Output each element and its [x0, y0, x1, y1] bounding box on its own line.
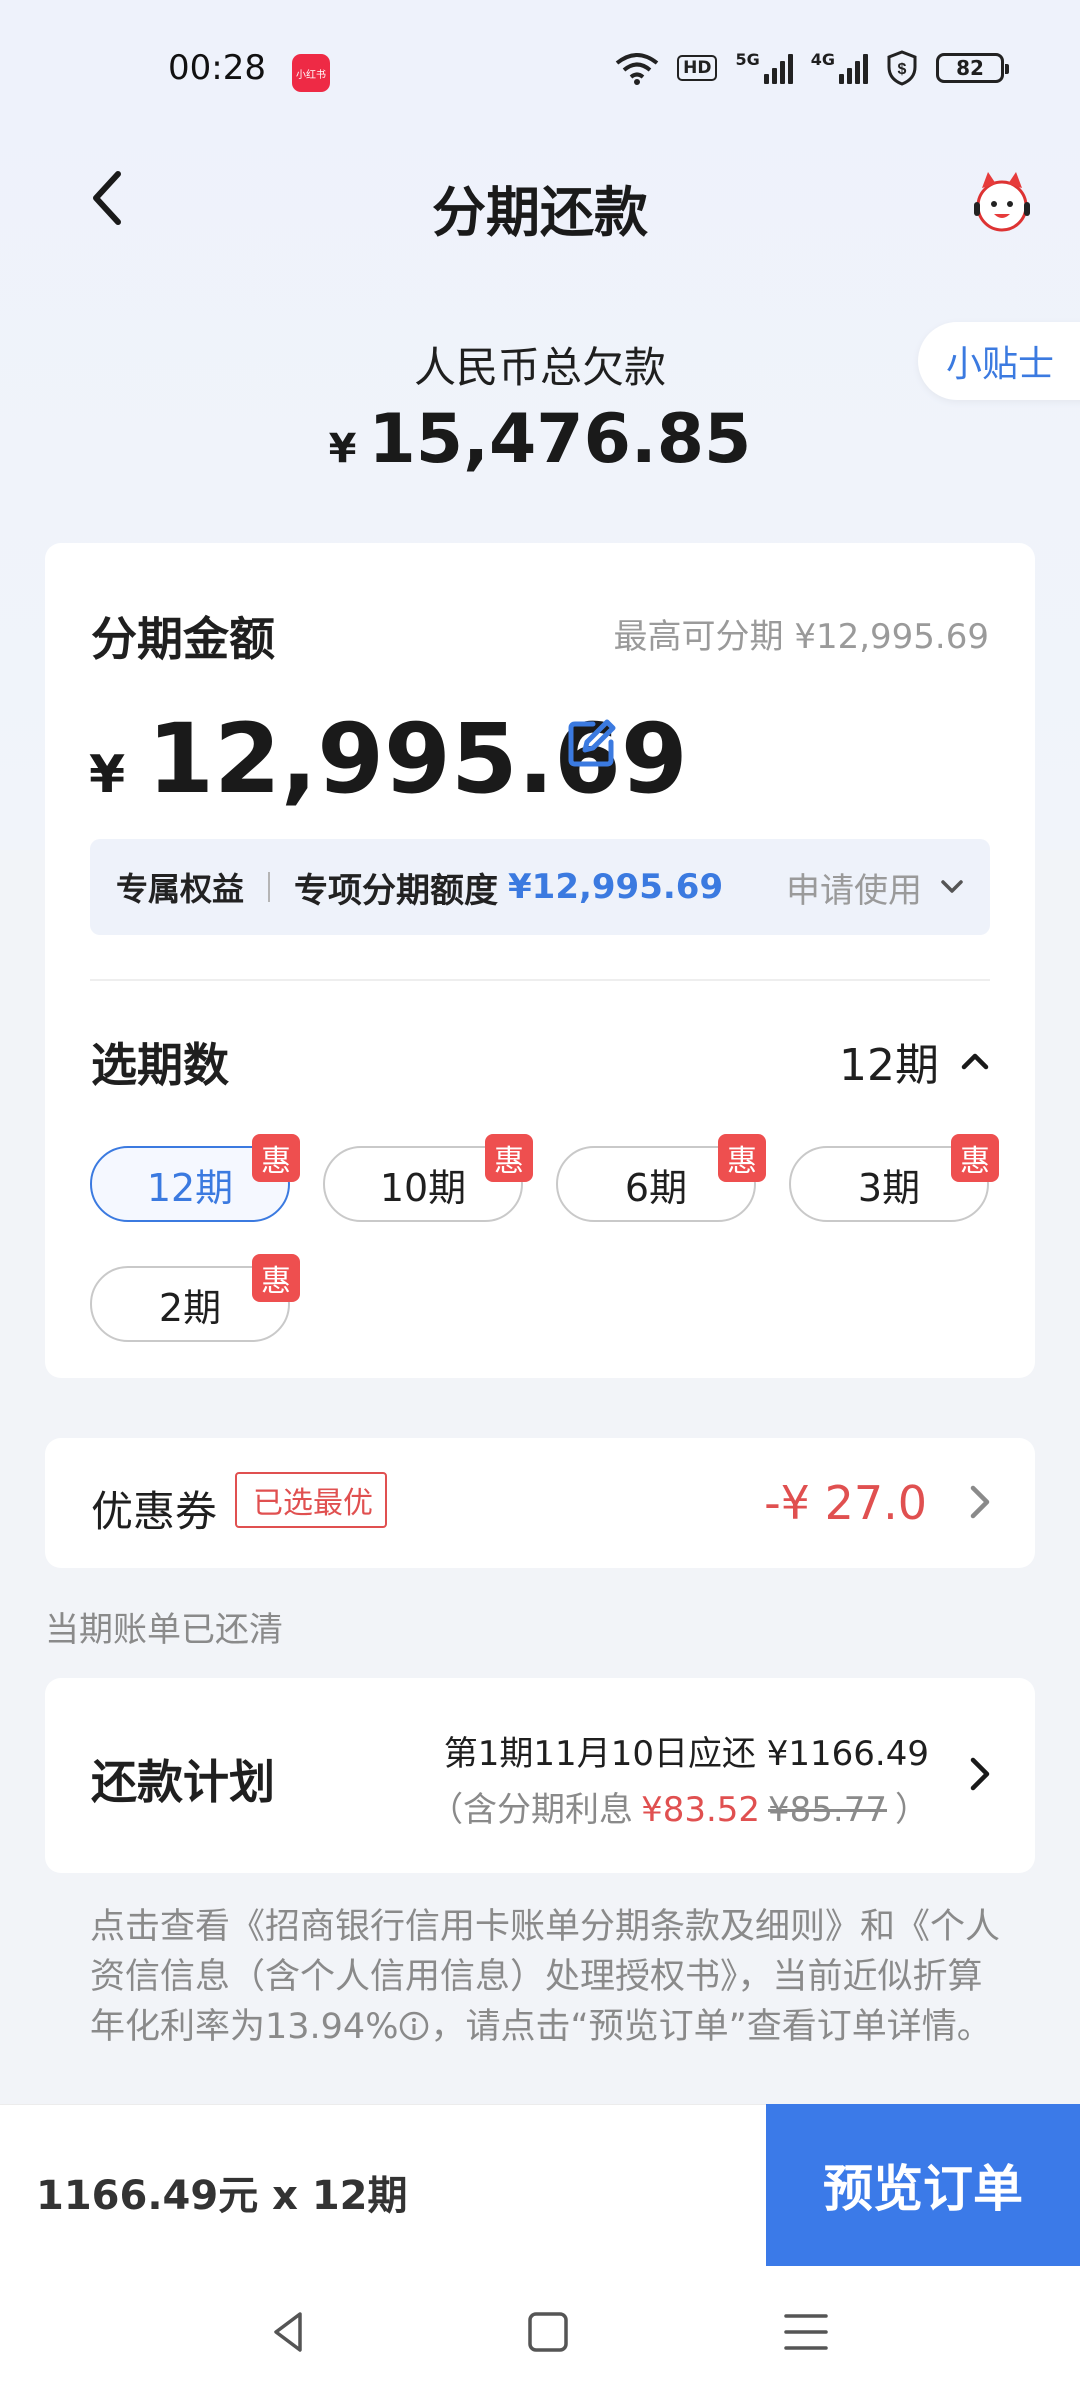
period-option-3[interactable]: 3期 惠	[789, 1134, 999, 1222]
period-option-10[interactable]: 10期 惠	[323, 1134, 533, 1222]
discount-badge: 惠	[252, 1134, 300, 1182]
total-debt-label: 人民币总欠款	[413, 343, 666, 392]
currency-symbol: ¥	[328, 426, 357, 472]
coupon-value: -¥ 27.0	[764, 1476, 927, 1530]
wifi-icon	[615, 53, 659, 85]
terms-text[interactable]: 点击查看《招商银行信用卡账单分期条款及细则》和《个人资信信息（含个人信用信息）处…	[90, 1902, 1000, 2052]
period-option-label: 3期	[857, 1165, 921, 1210]
coupon-label: 优惠券	[91, 1487, 218, 1536]
back-arrow-icon[interactable]	[80, 166, 140, 230]
benefit-value: ¥12,995.69	[508, 867, 724, 907]
installment-amount-card: 分期金额 最高可分期 ¥12,995.69 ¥12,995.69 专属权益 专项…	[45, 543, 1035, 1378]
interest-prefix: （含分期利息	[429, 1790, 634, 1830]
battery-icon: 82	[936, 53, 1009, 83]
info-icon[interactable]	[398, 2010, 430, 2042]
svg-text:$: $	[898, 61, 907, 78]
period-option-label: 12期	[146, 1165, 234, 1210]
repayment-plan-row[interactable]: 还款计划 第1期11月10日应还 ¥1166.49 （含分期利息 ¥83.52 ¥8…	[45, 1678, 1035, 1873]
status-time: 00:28	[168, 48, 266, 88]
chevron-right-icon	[970, 1757, 990, 1791]
plan-title: 还款计划	[91, 1755, 275, 1809]
max-installment-text: 最高可分期 ¥12,995.69	[613, 617, 989, 657]
bill-status-note: 当期账单已还清	[45, 1610, 283, 1650]
shield-dollar-icon: $	[887, 50, 917, 86]
system-nav-bar	[0, 2266, 1080, 2400]
period-option-12[interactable]: 12期 惠	[90, 1134, 300, 1222]
status-icons: HD 5G 4G $ 82	[615, 50, 1009, 86]
preview-order-button[interactable]: 预览订单	[766, 2104, 1080, 2266]
hd-badge: HD	[677, 55, 718, 81]
benefit-tag: 专属权益	[116, 870, 245, 908]
chevron-right-icon	[970, 1485, 990, 1519]
edit-icon[interactable]	[563, 716, 619, 772]
total-debt-value: 15,476.85	[368, 400, 752, 479]
nav-home-icon[interactable]	[518, 2302, 578, 2362]
status-bar: 00:28 小红书 HD 5G 4G $ 82	[0, 0, 1080, 140]
interest-suffix: ）	[895, 1790, 929, 1830]
mascot-icon[interactable]	[966, 166, 1038, 238]
period-option-2[interactable]: 2期 惠	[90, 1254, 300, 1342]
chevron-up-icon	[961, 1053, 989, 1070]
interest-current: ¥83.52	[641, 1790, 761, 1830]
nav-back-icon[interactable]	[260, 2302, 320, 2362]
benefit-separator	[268, 872, 271, 902]
period-selector-toggle[interactable]: 12期	[839, 1029, 989, 1093]
period-option-label: 6期	[624, 1165, 688, 1210]
period-option-label: 2期	[158, 1285, 222, 1330]
net-5g-label: 5G	[735, 50, 760, 69]
plan-first-payment: 第1期11月10日应还 ¥1166.49	[443, 1734, 929, 1774]
discount-badge: 惠	[485, 1134, 533, 1182]
nav-menu-icon[interactable]	[776, 2302, 836, 2362]
chevron-down-icon	[941, 880, 963, 893]
currency-symbol: ¥	[89, 745, 126, 805]
apply-use-label: 申请使用	[786, 870, 922, 911]
coupon-best-tag: 已选最优	[235, 1472, 387, 1528]
discount-badge: 惠	[951, 1134, 999, 1182]
signal-5g-icon	[763, 52, 793, 84]
period-option-label: 10期	[379, 1165, 467, 1210]
app-notification-icon: 小红书	[292, 54, 330, 92]
period-title: 选期数	[91, 1038, 229, 1092]
amount-title: 分期金额	[91, 612, 275, 666]
exclusive-benefit-bar[interactable]: 专属权益 专项分期额度 ¥12,995.69 申请使用	[90, 839, 990, 935]
coupon-row[interactable]: 优惠券 已选最优 -¥ 27.0	[45, 1438, 1035, 1568]
discount-badge: 惠	[718, 1134, 766, 1182]
terms-part2: ，请点击“预览订单”查看订单详情。	[430, 2007, 992, 2047]
benefit-text: 专项分期额度	[294, 870, 499, 911]
selected-period: 12期	[839, 1040, 939, 1091]
discount-badge: 惠	[252, 1254, 300, 1302]
plan-interest: （含分期利息 ¥83.52 ¥85.77）	[429, 1782, 929, 1831]
divider	[90, 979, 990, 981]
interest-original: ¥85.77	[768, 1790, 887, 1830]
period-option-6[interactable]: 6期 惠	[556, 1134, 766, 1222]
total-debt-amount: ¥15,476.85	[0, 400, 1080, 479]
signal-4g-icon	[839, 52, 868, 84]
payment-summary: 1166.49元 x 12期	[36, 2173, 408, 2219]
net-4g-label: 4G	[810, 50, 835, 69]
apply-use-link[interactable]: 申请使用	[786, 863, 964, 912]
